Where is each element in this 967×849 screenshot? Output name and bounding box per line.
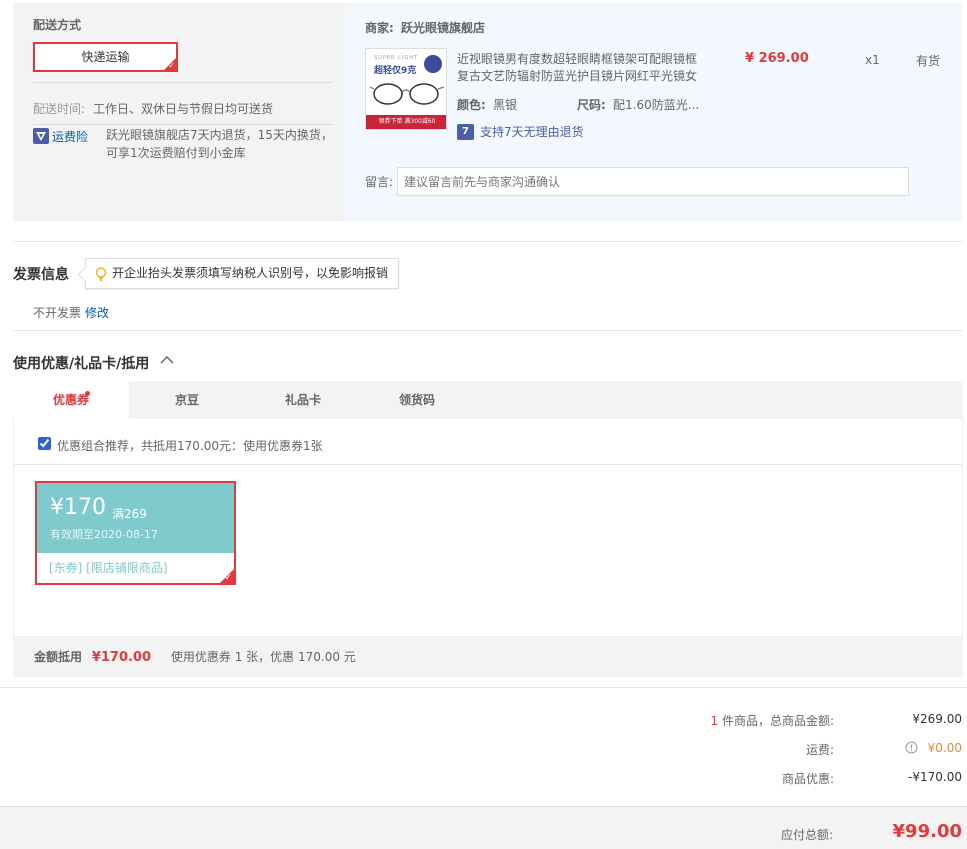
summary-text: 使用优惠券 1 张，优惠 170.00 元	[170, 650, 356, 664]
insurance-text-1: 跃光眼镜旗舰店7天内退货，15天内换货，	[106, 128, 333, 142]
img-badge-icon	[424, 55, 442, 73]
check-icon: ✓	[168, 61, 175, 70]
return-7day-icon: 7	[457, 124, 474, 140]
product-title-line2[interactable]: 复古文艺防辐射防蓝光护目镜片网红平光镜女	[457, 67, 697, 85]
chevron-up-icon[interactable]	[160, 355, 174, 365]
img-bottom-text: 领券下单 满300减60	[366, 115, 446, 129]
insurance-shield-icon	[33, 128, 49, 144]
section-divider	[13, 330, 962, 331]
coupon-amount: ¥170	[50, 495, 106, 520]
coupon-card[interactable]: ¥170 满269 有效期至2020-08-17 [东券] [限店铺限商品] ✓	[35, 481, 236, 585]
info-icon[interactable]	[905, 741, 918, 754]
invoice-title: 发票信息	[13, 267, 69, 283]
summary-amount: ¥170.00	[91, 650, 152, 665]
return-policy-text: 支持7天无理由退货	[480, 125, 584, 139]
tab-gift-card[interactable]: 礼品卡	[245, 381, 361, 419]
product-discount-label: 商品优惠:	[781, 772, 834, 786]
invoice-edit-link[interactable]: 修改	[85, 304, 109, 321]
invoice-tip-text: 开企业抬头发票须填写纳税人识别号，以免影响报销	[112, 266, 389, 280]
payable-amount: ¥99.00	[892, 821, 962, 842]
discount-title[interactable]: 使用优惠/礼品卡/抵用	[13, 353, 149, 373]
check-icon: ✓	[224, 573, 232, 583]
insurance-text-2: 可享1次运费赔付到小金库	[106, 146, 246, 160]
discount-tabs: 优惠券 京豆 礼品卡 领货码	[13, 381, 963, 419]
tab-jingdou[interactable]: 京豆	[129, 381, 245, 419]
coupon-tags: [东券] [限店铺限商品]	[49, 561, 168, 575]
product-quantity: x1	[865, 53, 880, 67]
product-price: ¥ 269.00	[745, 51, 809, 66]
invoice-status: 不开发票	[33, 306, 82, 320]
tab-redeem-code[interactable]: 领货码	[359, 381, 475, 419]
express-shipping-option[interactable]: 快递运输 ✓	[33, 42, 178, 72]
new-dot-icon	[85, 391, 90, 396]
size-label: 尺码:	[577, 98, 606, 112]
discount-summary: 金额抵用 ¥170.00 使用优惠券 1 张，优惠 170.00 元	[13, 637, 963, 677]
combo-recommend-checkbox[interactable]	[38, 437, 51, 450]
goods-total-label: 1 件商品，总商品金额:	[710, 714, 834, 728]
color-label: 颜色:	[457, 98, 486, 112]
item-count: 1	[710, 714, 719, 728]
shipping-fee-value: ¥0.00	[927, 741, 962, 755]
glasses-icon	[370, 83, 444, 105]
coupon-condition: 满269	[112, 507, 147, 521]
img-top-text: SUPER LIGHT	[374, 55, 419, 61]
size-value: 配1.60防蓝光...	[613, 98, 700, 112]
shipping-title: 配送方式	[33, 18, 82, 32]
stock-status: 有货	[916, 54, 941, 68]
merchant-name[interactable]: 跃光眼镜旗舰店	[401, 19, 485, 36]
color-value: 黑银	[493, 98, 518, 112]
delivery-time-value: 工作日、双休日与节假日均可送货	[93, 102, 274, 116]
divider	[33, 82, 333, 83]
payable-label: 应付总额:	[780, 828, 833, 842]
goods-total-value: ¥269.00	[912, 712, 962, 726]
divider	[33, 124, 333, 125]
remark-label: 留言:	[365, 175, 394, 189]
combo-recommend-text: 优惠组合推荐，共抵用170.00元：使用优惠券1张	[57, 439, 323, 453]
coupon-top: ¥170 满269 有效期至2020-08-17	[37, 483, 234, 553]
img-main-text: 超轻仅9克	[374, 66, 417, 76]
summary-label: 金额抵用	[34, 650, 83, 664]
merchant-label: 商家:	[365, 21, 394, 35]
freight-insurance-link[interactable]: 运费险	[52, 128, 88, 145]
express-shipping-label: 快递运输	[81, 50, 130, 64]
coupon-validity: 有效期至2020-08-17	[50, 528, 158, 541]
tab-coupon[interactable]: 优惠券	[13, 381, 129, 419]
section-divider	[0, 687, 967, 688]
shipping-fee-label: 运费:	[805, 743, 834, 757]
invoice-tip: 开企业抬头发票须填写纳税人识别号，以免影响报销	[85, 258, 399, 289]
divider	[14, 464, 962, 465]
product-discount-value: -¥170.00	[908, 770, 962, 784]
remark-input[interactable]	[397, 167, 909, 196]
product-title-line1[interactable]: 近视眼镜男有度数超轻眼睛框镜架可配眼镜框	[457, 50, 697, 68]
lightbulb-icon	[95, 267, 107, 281]
section-divider	[13, 241, 962, 242]
delivery-time-label: 配送时间:	[33, 102, 86, 116]
product-image[interactable]: SUPER LIGHT 超轻仅9克 领券下单 满300减60	[365, 48, 447, 130]
